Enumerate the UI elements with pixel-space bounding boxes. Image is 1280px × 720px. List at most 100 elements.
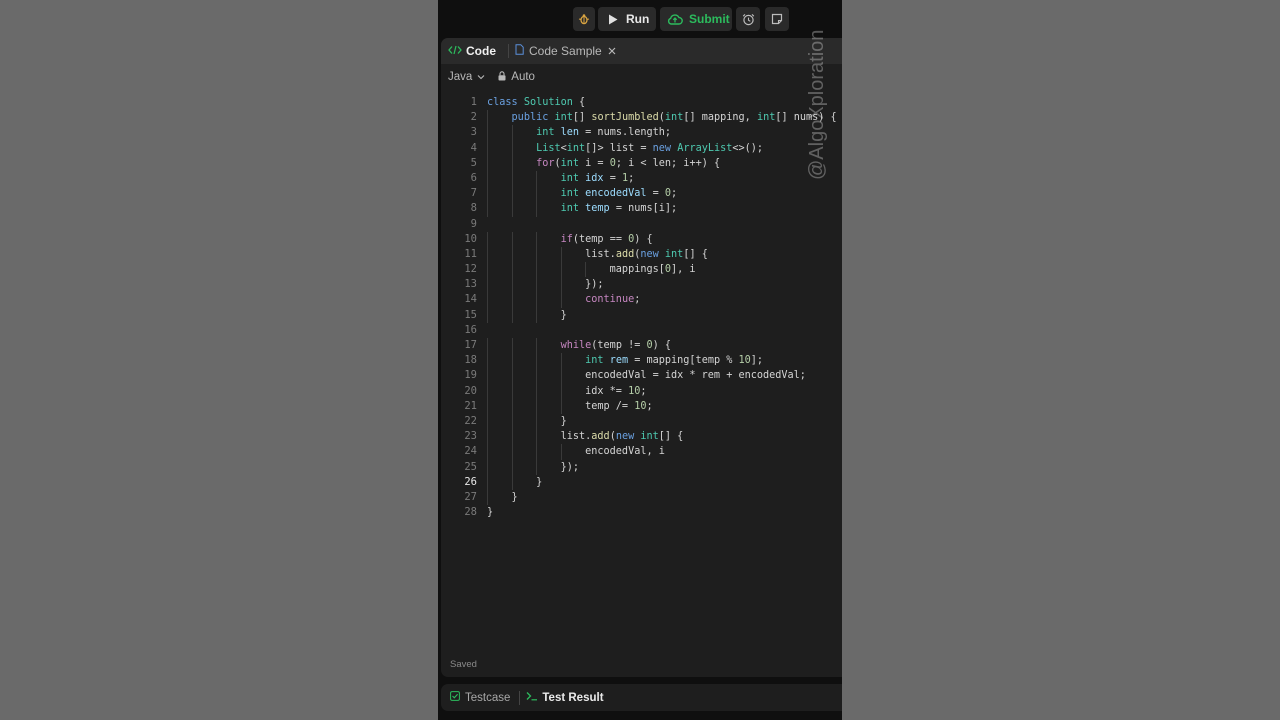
indent-guide bbox=[511, 368, 513, 384]
indent-guide bbox=[487, 201, 488, 217]
code-line: } bbox=[487, 413, 842, 430]
tab-test-result-label: Test Result bbox=[542, 691, 604, 704]
code-brackets-icon bbox=[448, 44, 462, 58]
indent-guide bbox=[536, 231, 538, 247]
indent-guide bbox=[536, 307, 538, 323]
indent-guide bbox=[487, 307, 488, 323]
code-line: } bbox=[487, 489, 842, 506]
code-line: } bbox=[487, 474, 842, 490]
lock-icon bbox=[498, 70, 506, 84]
line-number: 26 bbox=[464, 475, 477, 488]
line-number: 4 bbox=[470, 141, 477, 154]
indent-guide bbox=[536, 186, 538, 202]
checkbox-icon bbox=[450, 691, 460, 704]
run-button[interactable]: Run bbox=[598, 7, 656, 31]
cloud-upload-icon bbox=[667, 13, 683, 25]
tab-test-result[interactable]: Test Result bbox=[526, 691, 604, 704]
line-number: 23 bbox=[464, 430, 477, 443]
code-line: int temp = nums[i]; bbox=[487, 201, 842, 217]
indent-guide bbox=[511, 444, 513, 460]
background-right bbox=[842, 0, 1280, 720]
code-line: list.add(new int[] { bbox=[487, 246, 842, 263]
code-line: } bbox=[487, 507, 494, 519]
tab-testcase-label: Testcase bbox=[465, 691, 511, 704]
indent-guide bbox=[487, 170, 488, 187]
indent-guide bbox=[487, 459, 488, 475]
auto-mode[interactable]: Auto bbox=[498, 70, 535, 84]
indent-guide bbox=[487, 231, 488, 247]
tab-code-sample-label: Code Sample bbox=[529, 44, 602, 58]
tab-code[interactable]: Code bbox=[441, 38, 496, 64]
code-line: mappings[0], i bbox=[487, 262, 842, 278]
submit-button[interactable]: Submit bbox=[660, 7, 732, 31]
note-icon bbox=[771, 13, 783, 25]
line-number: 19 bbox=[464, 369, 477, 382]
tab-testcase[interactable]: Testcase bbox=[450, 691, 510, 704]
tab-divider bbox=[508, 44, 509, 58]
line-number: 9 bbox=[470, 217, 477, 230]
indent-guide bbox=[487, 368, 488, 384]
indent-guide bbox=[487, 262, 488, 278]
line-number: 28 bbox=[464, 506, 477, 519]
indent-guide bbox=[536, 292, 538, 308]
indent-guide bbox=[536, 353, 538, 369]
indent-guide bbox=[560, 246, 562, 263]
code-line: }); bbox=[487, 459, 842, 475]
indent-guide bbox=[487, 444, 488, 460]
line-number-gutter: 1 2 3 4 5 6 7 8 9 10 11 12 13 14 15 16 17 18 19 20 21 22 23 24 2… bbox=[441, 95, 477, 520]
indent-guide bbox=[511, 246, 513, 263]
notes-button[interactable] bbox=[765, 7, 789, 31]
code-line: encodedVal = idx * rem + encodedVal; bbox=[487, 368, 842, 384]
code-content[interactable]: class Solution { public int[] sortJumble… bbox=[487, 95, 842, 520]
indent-guide bbox=[536, 398, 538, 414]
timer-button[interactable] bbox=[736, 7, 760, 31]
code-editor[interactable]: 1 2 3 4 5 6 7 8 9 10 11 12 13 14 15 16 17 18 19 20 21 22 23 24 2… bbox=[441, 95, 842, 555]
line-number: 20 bbox=[464, 384, 477, 397]
language-select[interactable]: Java bbox=[448, 71, 485, 83]
indent-guide bbox=[511, 398, 513, 414]
indent-guide bbox=[487, 353, 488, 369]
line-number: 1 bbox=[470, 96, 477, 108]
indent-guide bbox=[560, 353, 562, 369]
indent-guide bbox=[560, 262, 562, 278]
tab-code-sample[interactable]: Code Sample bbox=[515, 38, 616, 64]
indent-guide bbox=[511, 413, 513, 430]
code-line: class Solution { bbox=[487, 97, 586, 108]
code-line: list.add(new int[] { bbox=[487, 429, 842, 445]
line-number: 27 bbox=[464, 490, 477, 503]
indent-guide bbox=[511, 474, 513, 490]
indent-guide bbox=[487, 338, 488, 354]
close-icon[interactable] bbox=[608, 44, 616, 58]
code-line: if(temp == 0) { bbox=[487, 231, 842, 247]
indent-guide bbox=[487, 413, 488, 430]
code-line: int len = nums.length; bbox=[487, 125, 842, 141]
indent-guide bbox=[536, 170, 538, 187]
indent-guide bbox=[487, 292, 488, 308]
code-line: public int[] sortJumbled(int[] mapping, … bbox=[487, 110, 842, 126]
indent-guide bbox=[536, 246, 538, 263]
indent-guide bbox=[536, 444, 538, 460]
tab-divider bbox=[519, 690, 521, 705]
indent-guide bbox=[487, 383, 488, 399]
indent-guide bbox=[511, 125, 513, 141]
indent-guide bbox=[487, 140, 488, 156]
indent-guide bbox=[487, 429, 488, 445]
bug-icon bbox=[578, 13, 590, 25]
editor-toolbar: Java Auto bbox=[441, 64, 842, 90]
line-number: 7 bbox=[470, 187, 477, 200]
line-number: 25 bbox=[464, 460, 477, 473]
debug-button[interactable] bbox=[573, 7, 595, 31]
line-number: 12 bbox=[464, 263, 477, 276]
bottom-tabs: Testcase Test Result bbox=[441, 684, 842, 711]
line-number: 16 bbox=[464, 323, 477, 336]
indent-guide bbox=[560, 383, 562, 399]
indent-guide bbox=[487, 277, 488, 293]
indent-guide bbox=[511, 338, 513, 354]
indent-guide bbox=[511, 383, 513, 399]
indent-guide bbox=[511, 155, 513, 171]
indent-guide bbox=[511, 353, 513, 369]
indent-guide bbox=[511, 170, 513, 187]
indent-guide bbox=[511, 459, 513, 475]
line-number: 21 bbox=[464, 399, 477, 412]
